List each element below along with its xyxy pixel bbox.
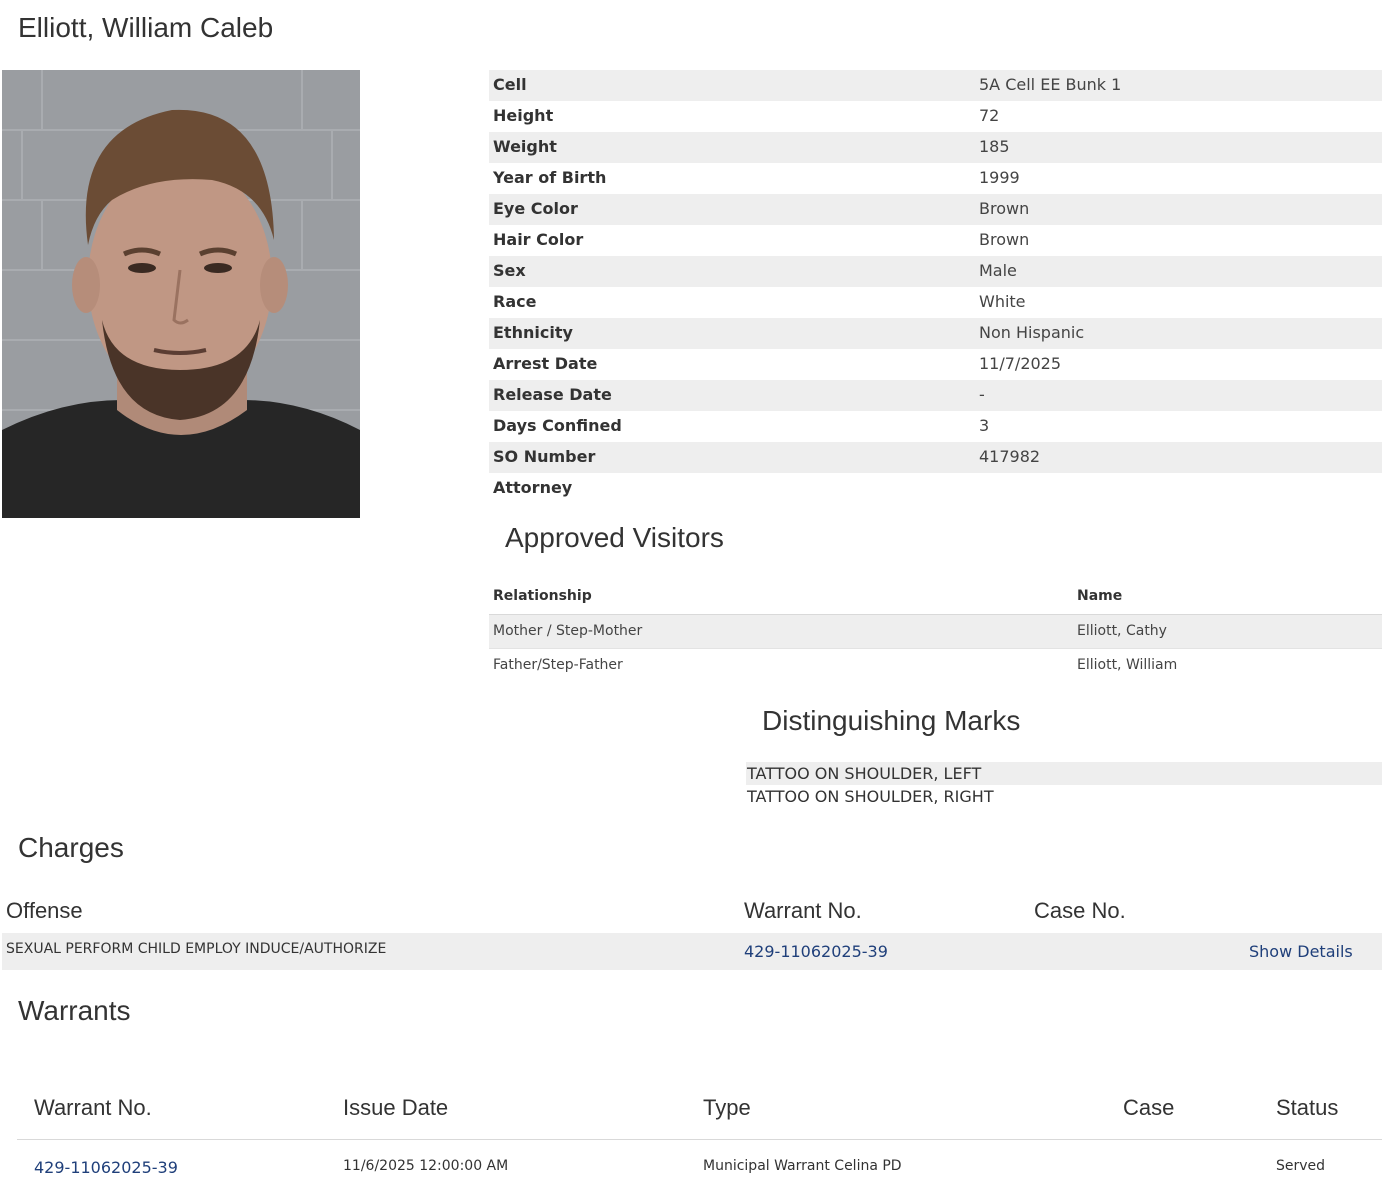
warrant-no-header: Warrant No. — [34, 1095, 152, 1120]
detail-row-so-number: SO Number 417982 — [489, 442, 1382, 473]
detail-row-eye-color: Eye Color Brown — [489, 194, 1382, 225]
marks-title: Distinguishing Marks — [762, 705, 1021, 736]
inmate-name: Elliott, William Caleb — [18, 12, 274, 43]
table-row: Mother / Step-Mother Elliott, Cathy — [489, 615, 1382, 649]
detail-row-arrest-date: Arrest Date 11/7/2025 — [489, 349, 1382, 380]
show-details-link[interactable]: Show Details — [1249, 942, 1353, 961]
offense-header: Offense — [6, 898, 83, 923]
detail-label: Cell — [493, 75, 527, 94]
detail-label: Weight — [493, 137, 557, 156]
detail-label: SO Number — [493, 447, 596, 466]
detail-label: Hair Color — [493, 230, 584, 249]
marks-list: TATTOO ON SHOULDER, LEFT TATTOO ON SHOUL… — [746, 762, 1382, 808]
visitors-title: Approved Visitors — [505, 522, 724, 553]
warrant-type: Municipal Warrant Celina PD — [703, 1158, 902, 1174]
list-item: TATTOO ON SHOULDER, RIGHT — [747, 787, 994, 806]
detail-row-cell: Cell 5A Cell EE Bunk 1 — [489, 70, 1382, 101]
table-row: Father/Step-Father Elliott, William — [489, 649, 1382, 682]
detail-value: Non Hispanic — [979, 323, 1085, 342]
detail-value: 3 — [979, 416, 990, 435]
detail-value: Male — [979, 261, 1017, 280]
type-header: Type — [703, 1095, 751, 1120]
detail-value: White — [979, 292, 1026, 311]
detail-label: Height — [493, 106, 554, 125]
detail-value: 5A Cell EE Bunk 1 — [979, 75, 1122, 94]
warrant-header: Warrant No. — [744, 898, 862, 923]
charge-warrant-link[interactable]: 429-11062025-39 — [744, 942, 888, 961]
warrant-status: Served — [1276, 1158, 1326, 1174]
warrant-issue-date: 11/6/2025 12:00:00 AM — [343, 1158, 509, 1174]
visitors-table: Relationship Name Mother / Step-Mother E… — [489, 580, 1382, 682]
table-row: SEXUAL PERFORM CHILD EMPLOY INDUCE/AUTHO… — [2, 933, 1382, 970]
detail-row-year-of-birth: Year of Birth 1999 — [489, 163, 1382, 194]
detail-row-height: Height 72 — [489, 101, 1382, 132]
visitors-header-row: Relationship Name — [489, 580, 1382, 615]
detail-row-sex: Sex Male — [489, 256, 1382, 287]
detail-row-ethnicity: Ethnicity Non Hispanic — [489, 318, 1382, 349]
detail-label: Race — [493, 292, 537, 311]
charges-title: Charges — [18, 832, 124, 863]
visitor-relationship: Mother / Step-Mother — [493, 623, 643, 639]
detail-value: Brown — [979, 199, 1030, 218]
visitor-name: Elliott, William — [1077, 657, 1178, 673]
name-header: Name — [1077, 588, 1123, 604]
inmate-details: Cell 5A Cell EE Bunk 1 Height 72 Weight 185… — [489, 70, 1382, 504]
charge-offense: SEXUAL PERFORM CHILD EMPLOY INDUCE/AUTHO… — [6, 941, 387, 957]
detail-label: Arrest Date — [493, 354, 598, 373]
detail-label: Attorney — [493, 478, 573, 497]
detail-row-race: Race White — [489, 287, 1382, 318]
detail-label: Ethnicity — [493, 323, 573, 342]
detail-value: Brown — [979, 230, 1030, 249]
visitor-relationship: Father/Step-Father — [493, 657, 623, 673]
detail-label: Sex — [493, 261, 526, 280]
warrants-header-row: Warrant No. Issue Date Type Case Status — [17, 1088, 1382, 1140]
detail-value: 72 — [979, 106, 1000, 125]
visitor-name: Elliott, Cathy — [1077, 623, 1167, 639]
detail-label: Eye Color — [493, 199, 578, 218]
detail-row-release-date: Release Date - — [489, 380, 1382, 411]
detail-value: 1999 — [979, 168, 1020, 187]
detail-row-days-confined: Days Confined 3 — [489, 411, 1382, 442]
issue-date-header: Issue Date — [343, 1095, 449, 1120]
charges-header-row: Offense Warrant No. Case No. — [2, 893, 1382, 934]
detail-label: Year of Birth — [493, 168, 607, 187]
detail-value: 185 — [979, 137, 1010, 156]
detail-row-hair-color: Hair Color Brown — [489, 225, 1382, 256]
detail-label: Release Date — [493, 385, 612, 404]
mugshot-photo — [2, 70, 360, 518]
detail-row-attorney: Attorney — [489, 473, 1382, 504]
detail-label: Days Confined — [493, 416, 622, 435]
relationship-header: Relationship — [493, 588, 592, 604]
list-item: TATTOO ON SHOULDER, LEFT — [746, 762, 1382, 785]
detail-value: 11/7/2025 — [979, 354, 1062, 373]
case-header: Case — [1123, 1095, 1175, 1120]
detail-row-weight: Weight 185 — [489, 132, 1382, 163]
warrants-title: Warrants — [18, 995, 131, 1026]
table-row: 429-11062025-39 11/6/2025 12:00:00 AM Mu… — [17, 1140, 1382, 1196]
status-header: Status — [1276, 1095, 1339, 1120]
case-header: Case No. — [1034, 898, 1126, 923]
detail-value: 417982 — [979, 447, 1041, 466]
warrant-link[interactable]: 429-11062025-39 — [34, 1158, 178, 1177]
detail-value: - — [979, 385, 985, 404]
